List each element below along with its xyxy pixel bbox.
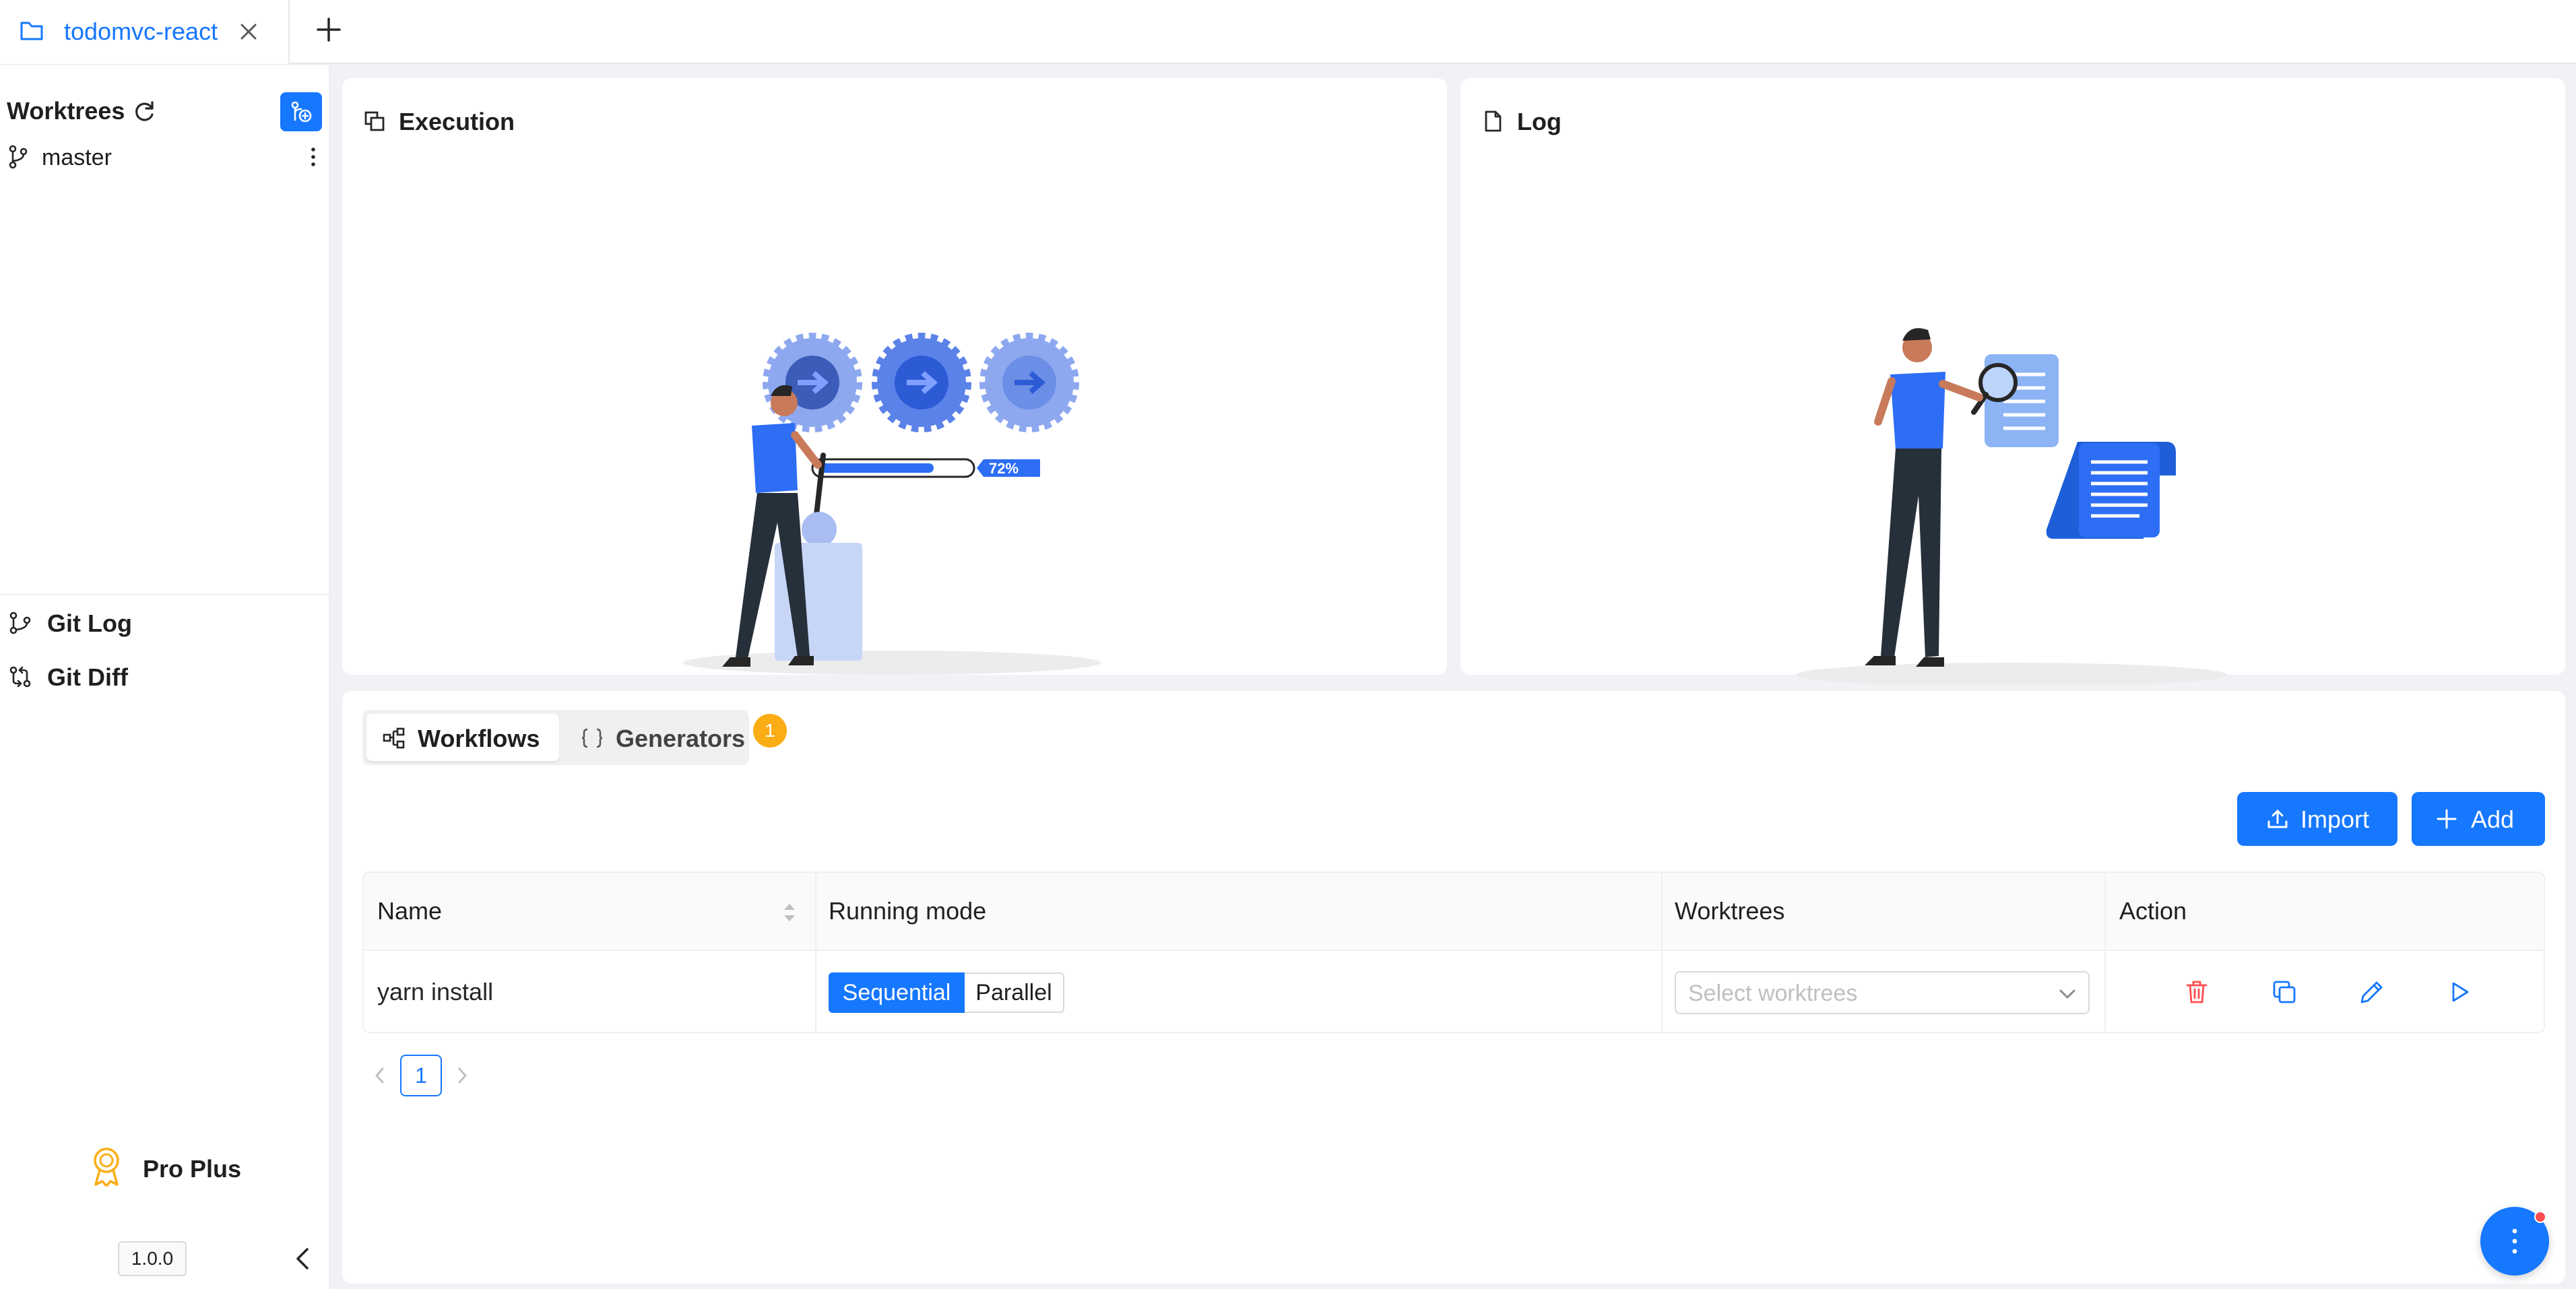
column-header-worktrees: Worktrees: [1675, 897, 1785, 925]
version-badge: 1.0.0: [118, 1241, 187, 1276]
worktree-item-master[interactable]: master: [0, 138, 330, 176]
upload-icon: [2267, 809, 2288, 828]
worktree-label: master: [42, 145, 112, 170]
braces-icon: [581, 728, 603, 748]
file-icon: [1485, 110, 1502, 132]
add-workflow-button[interactable]: Add: [2412, 792, 2545, 846]
gear-icon: [872, 333, 971, 432]
sidebar-item-git-log[interactable]: Git Log: [0, 603, 330, 643]
git-diff-label: Git Diff: [47, 663, 128, 691]
plan-label: Pro Plus: [143, 1155, 242, 1183]
page-number[interactable]: 1: [400, 1055, 442, 1096]
sidebar: Worktrees master Git Log Git Diff Pro Pl…: [0, 65, 330, 1289]
log-title: Log: [1517, 108, 1561, 135]
workflows-label: Workflows: [418, 725, 540, 752]
generators-label: Generators: [616, 725, 746, 752]
more-vertical-icon: [2512, 1228, 2517, 1254]
table-row: yarn install Sequential Parallel Select …: [364, 951, 2544, 1032]
copy-icon[interactable]: [2272, 979, 2297, 1005]
pagination: 1: [362, 1055, 497, 1098]
notification-dot: [2534, 1211, 2546, 1223]
execution-panel: Execution 72%: [342, 78, 1447, 675]
add-worktree-icon: [291, 101, 312, 123]
sidebar-item-git-diff[interactable]: Git Diff: [0, 657, 330, 697]
folder-icon: [20, 22, 43, 40]
table-header: Name Running mode Worktrees Action: [364, 873, 2544, 951]
worktrees-title: Worktrees: [7, 97, 125, 125]
add-label: Add: [2471, 805, 2515, 833]
add-worktree-button[interactable]: [280, 92, 322, 131]
tab-workflows[interactable]: Workflows: [366, 714, 559, 761]
git-branch-icon: [9, 145, 28, 169]
delete-icon[interactable]: [2184, 979, 2210, 1005]
plus-icon: [2437, 809, 2457, 829]
chevron-left-icon[interactable]: [291, 1245, 315, 1272]
running-mode-radio-group: Sequential Parallel: [829, 972, 1064, 1013]
refresh-icon[interactable]: [132, 100, 156, 124]
chevron-down-icon: [2059, 989, 2075, 999]
column-header-name[interactable]: Name: [377, 897, 442, 925]
tab-todomvc-react[interactable]: todomvc-react: [0, 0, 290, 64]
workflow-icon: [383, 727, 405, 749]
chevron-right-icon[interactable]: [454, 1065, 470, 1086]
column-header-action: Action: [2119, 897, 2187, 925]
more-vertical-icon[interactable]: [304, 145, 322, 169]
edit-icon[interactable]: [2359, 979, 2385, 1005]
git-log-icon: [9, 612, 31, 634]
workflows-table: Name Running mode Worktrees Action yarn …: [362, 871, 2545, 1033]
workflow-segmented-control: Workflows Generators 1: [362, 710, 787, 765]
gear-icon: [979, 333, 1079, 432]
mode-sequential-button[interactable]: Sequential: [829, 972, 965, 1013]
tab-bar: todomvc-react: [0, 0, 2576, 64]
progress-percent: 72%: [989, 460, 1019, 477]
workflows-panel: Workflows Generators 1 Import Add Name R…: [342, 691, 2565, 1284]
import-button[interactable]: Import: [2237, 792, 2397, 846]
workflow-name: yarn install: [377, 978, 494, 1005]
git-log-label: Git Log: [47, 609, 132, 637]
execution-title: Execution: [399, 108, 515, 135]
chevron-left-icon[interactable]: [372, 1065, 388, 1086]
log-panel: Log: [1460, 78, 2565, 684]
execution-icon: [364, 111, 385, 131]
run-icon[interactable]: [2447, 979, 2472, 1005]
worktrees-select-placeholder: Select worktrees: [1688, 981, 1858, 1006]
sidebar-divider: [0, 594, 330, 595]
git-diff-icon: [9, 666, 31, 688]
award-icon: [94, 1148, 119, 1187]
execution-illustration: 72%: [683, 333, 1101, 675]
tab-generators[interactable]: Generators: [565, 714, 746, 761]
log-illustration: [1796, 328, 2227, 684]
import-label: Import: [2300, 805, 2370, 833]
pro-plan[interactable]: Pro Plus: [88, 1143, 263, 1190]
tab-label: todomvc-react: [64, 18, 218, 45]
mode-parallel-button[interactable]: Parallel: [965, 972, 1064, 1013]
floating-menu-button[interactable]: [2480, 1207, 2549, 1276]
generators-badge: 1: [753, 714, 787, 748]
add-tab-icon[interactable]: [315, 16, 342, 43]
worktrees-select[interactable]: Select worktrees: [1675, 971, 2090, 1014]
column-header-running-mode: Running mode: [829, 897, 987, 925]
close-icon[interactable]: [237, 20, 260, 43]
sort-icon[interactable]: [781, 898, 798, 927]
